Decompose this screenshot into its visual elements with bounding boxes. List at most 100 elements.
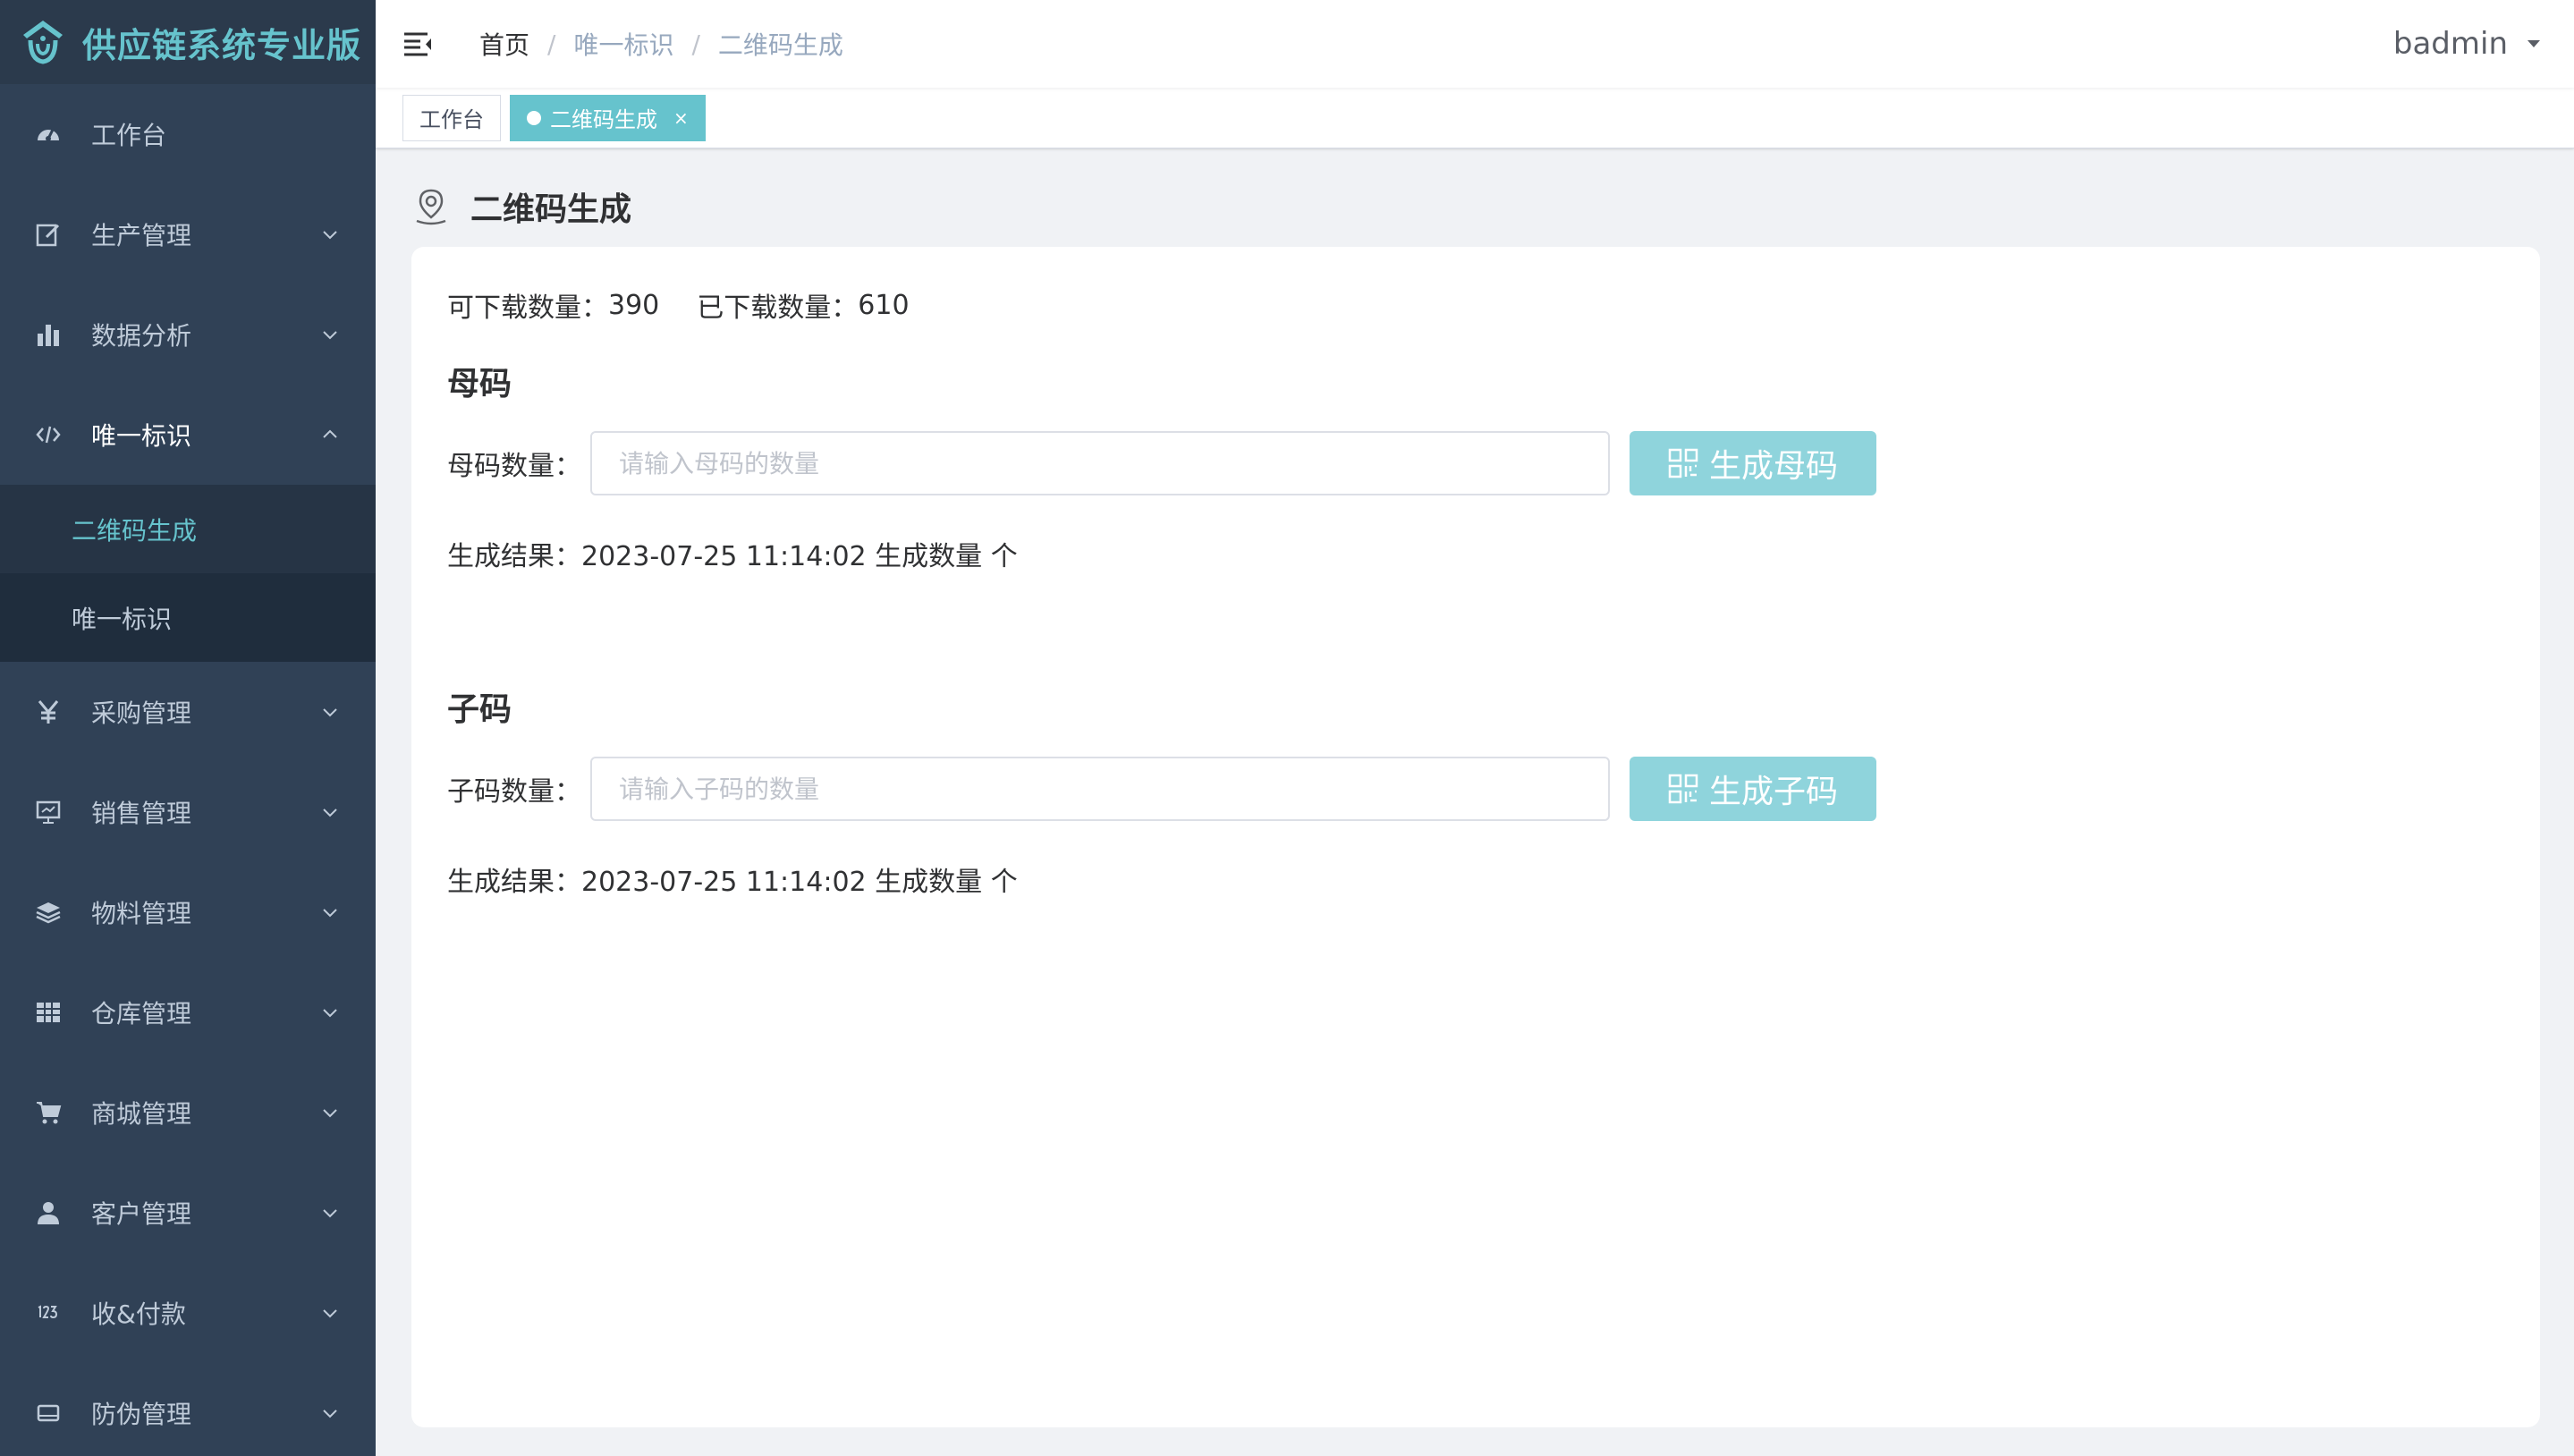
available-label: 可下载数量： bbox=[447, 292, 608, 324]
chevron-down-icon bbox=[323, 331, 337, 340]
button-label: 生成子码 bbox=[1708, 774, 1838, 810]
sidebar-item-label: 唯一标识 bbox=[91, 421, 192, 451]
breadcrumb-current: 二维码生成 bbox=[717, 30, 843, 60]
child-code-quantity-input[interactable] bbox=[590, 757, 1610, 821]
sidebar-item-purchase[interactable]: 采购管理 bbox=[0, 662, 376, 762]
tag-label: 工作台 bbox=[419, 107, 484, 132]
parent-code-title: 母码 bbox=[447, 366, 512, 402]
qrcode-icon bbox=[1668, 448, 1698, 478]
tag-label: 二维码生成 bbox=[550, 107, 657, 132]
user-menu[interactable]: badmin bbox=[2393, 0, 2542, 88]
table-icon bbox=[34, 998, 63, 1027]
result-label: 生成结果： bbox=[447, 867, 581, 898]
page-title: 二维码生成 bbox=[470, 191, 632, 228]
chevron-down-icon bbox=[323, 1009, 337, 1018]
cart-icon bbox=[34, 1098, 63, 1127]
edit-icon bbox=[34, 220, 63, 249]
sidebar-item-label: 仓库管理 bbox=[91, 999, 192, 1029]
sidebar-item-production[interactable]: 生产管理 bbox=[0, 184, 376, 284]
result-value: 2023-07-25 11:14:02 生成数量 个 bbox=[581, 867, 1018, 898]
downloaded-label: 已下载数量： bbox=[697, 292, 859, 324]
parent-code-quantity-input[interactable] bbox=[590, 431, 1610, 495]
child-code-title: 子码 bbox=[447, 691, 512, 728]
sidebar-item-analytics[interactable]: 数据分析 bbox=[0, 284, 376, 385]
navbar: 首页 / 唯一标识 / 二维码生成 badmin bbox=[376, 0, 2574, 88]
breadcrumb-home[interactable]: 首页 bbox=[479, 26, 529, 62]
number-icon bbox=[34, 1299, 63, 1327]
chevron-down-icon bbox=[323, 1309, 337, 1318]
sidebar-item-label: 物料管理 bbox=[91, 899, 192, 928]
chevron-down-icon bbox=[323, 231, 337, 240]
logo-icon bbox=[23, 21, 63, 64]
sidebar-item-label: 工作台 bbox=[91, 121, 167, 150]
location-pin-icon bbox=[416, 189, 446, 225]
button-label: 生成母码 bbox=[1708, 448, 1838, 485]
sidebar-item-customer[interactable]: 客户管理 bbox=[0, 1163, 376, 1263]
user-icon bbox=[34, 1198, 63, 1227]
active-dot-icon bbox=[527, 110, 541, 125]
sidebar-subitem-qrcode-generate[interactable]: 二维码生成 bbox=[0, 485, 376, 573]
breadcrumb-unique-id: 唯一标识 bbox=[573, 30, 674, 60]
child-code-label: 子码数量： bbox=[447, 776, 581, 808]
result-label: 生成结果： bbox=[447, 541, 581, 572]
sidebar-item-label: 生产管理 bbox=[91, 221, 192, 250]
sidebar-subitem-unique-id[interactable]: 唯一标识 bbox=[0, 573, 376, 662]
sidebar: 供应链系统专业版 工作台 生产管理 数据分析 唯一标识 二维码生成 唯一标识 采… bbox=[0, 0, 376, 1456]
tags-view: 工作台 二维码生成 × bbox=[376, 88, 2574, 148]
monitor-icon bbox=[34, 798, 63, 826]
tag-dashboard[interactable]: 工作台 bbox=[402, 94, 501, 141]
sidebar-item-label: 收&付款 bbox=[91, 1299, 186, 1329]
download-stats: 可下载数量： 390 已下载数量： 610 bbox=[447, 283, 2504, 327]
chevron-up-icon bbox=[323, 429, 337, 438]
breadcrumb-separator: / bbox=[547, 29, 556, 59]
hamburger-icon[interactable] bbox=[402, 28, 435, 60]
generate-parent-code-button[interactable]: 生成母码 bbox=[1630, 431, 1876, 495]
close-icon[interactable]: × bbox=[673, 107, 689, 129]
sidebar-item-anti-fake[interactable]: 防伪管理 bbox=[0, 1363, 376, 1456]
parent-code-result: 生成结果： 2023-07-25 11:14:02 生成数量 个 bbox=[447, 531, 2504, 576]
sidebar-item-unique-id[interactable]: 唯一标识 bbox=[0, 385, 376, 485]
available-value: 390 bbox=[608, 289, 660, 321]
bar-chart-icon bbox=[34, 320, 63, 349]
child-code-row: 子码数量： 生成子码 bbox=[447, 757, 2504, 821]
breadcrumb-separator: / bbox=[691, 29, 700, 59]
sidebar-item-sales[interactable]: 销售管理 bbox=[0, 762, 376, 862]
app-root: 供应链系统专业版 工作台 生产管理 数据分析 唯一标识 二维码生成 唯一标识 采… bbox=[0, 0, 2574, 1456]
chevron-down-icon bbox=[323, 1209, 337, 1218]
breadcrumb: 首页 / 唯一标识 / 二维码生成 bbox=[479, 26, 843, 62]
chevron-down-icon bbox=[323, 808, 337, 817]
sidebar-item-label: 商城管理 bbox=[91, 1099, 192, 1129]
sidebar-item-dashboard[interactable]: 工作台 bbox=[0, 84, 376, 184]
tag-qrcode-generate[interactable]: 二维码生成 × bbox=[510, 94, 706, 141]
yen-icon bbox=[34, 698, 63, 726]
brand-title: 供应链系统专业版 bbox=[82, 25, 362, 65]
generate-child-code-button[interactable]: 生成子码 bbox=[1630, 757, 1876, 821]
qrcode-card: 可下载数量： 390 已下载数量： 610 母码 母码数量： 请输入母码的数量 … bbox=[411, 247, 2540, 1427]
submenu-unique-id: 二维码生成 唯一标识 bbox=[0, 485, 376, 662]
sidebar-item-payment[interactable]: 收&付款 bbox=[0, 1263, 376, 1363]
chevron-down-icon bbox=[323, 708, 337, 717]
sidebar-item-label: 数据分析 bbox=[91, 321, 192, 351]
sidebar-menu: 工作台 生产管理 数据分析 唯一标识 二维码生成 唯一标识 采购管理 销售管理 … bbox=[0, 84, 376, 1456]
sidebar-item-material[interactable]: 物料管理 bbox=[0, 862, 376, 962]
sidebar-item-label: 客户管理 bbox=[91, 1199, 192, 1229]
sidebar-item-warehouse[interactable]: 仓库管理 bbox=[0, 962, 376, 1062]
layers-icon bbox=[34, 898, 63, 927]
sidebar-item-mall[interactable]: 商城管理 bbox=[0, 1062, 376, 1163]
chevron-down-icon bbox=[323, 1409, 337, 1418]
brand[interactable]: 供应链系统专业版 bbox=[0, 0, 376, 84]
child-code-result: 生成结果： 2023-07-25 11:14:02 生成数量 个 bbox=[447, 857, 2504, 902]
sidebar-item-label: 采购管理 bbox=[91, 698, 192, 728]
result-value: 2023-07-25 11:14:02 生成数量 个 bbox=[581, 541, 1018, 572]
chevron-down-icon bbox=[323, 1109, 337, 1118]
sidebar-item-label: 销售管理 bbox=[91, 799, 192, 828]
main-area: 首页 / 唯一标识 / 二维码生成 badmin 工作台 二维码生成 × 二维码… bbox=[376, 0, 2574, 1456]
parent-code-row: 母码数量： 生成母码 bbox=[447, 431, 2504, 495]
qrcode-icon bbox=[1668, 774, 1698, 804]
dashboard-icon bbox=[34, 120, 63, 148]
username: badmin bbox=[2392, 26, 2508, 62]
caret-down-icon bbox=[2527, 40, 2540, 47]
sidebar-item-label: 防伪管理 bbox=[91, 1400, 192, 1429]
downloaded-value: 610 bbox=[858, 289, 910, 321]
parent-code-label: 母码数量： bbox=[447, 451, 581, 482]
